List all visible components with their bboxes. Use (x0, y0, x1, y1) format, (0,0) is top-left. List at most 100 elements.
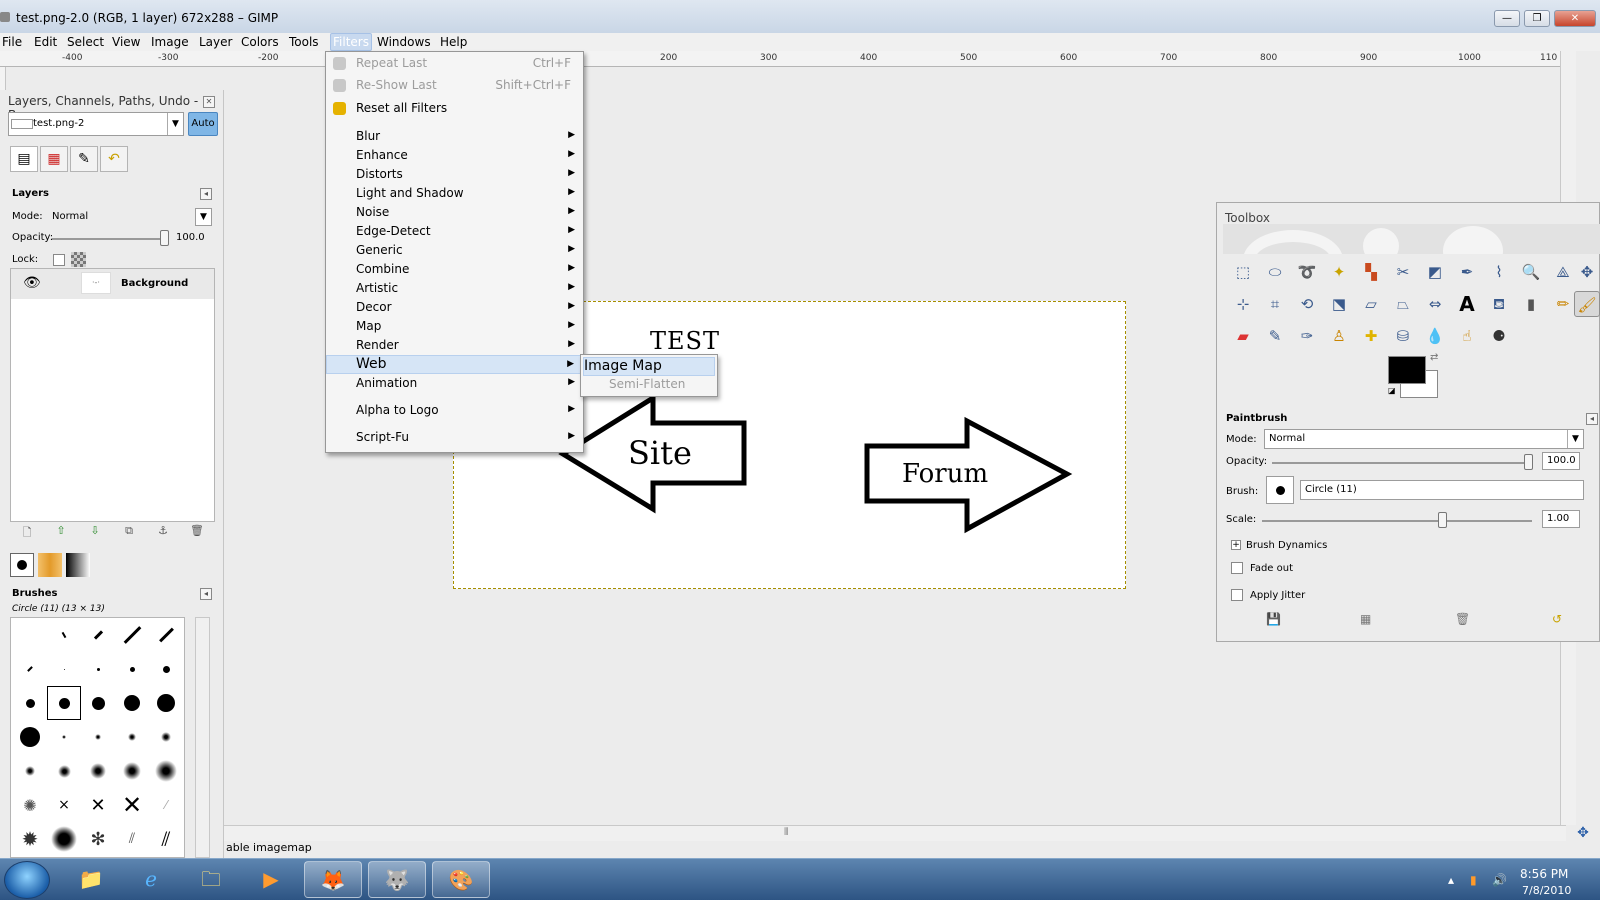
firefox-taskbar-icon[interactable]: 🦊 (304, 861, 362, 898)
menu-item-edge-detect[interactable]: Edge-Detect ▶ (326, 222, 583, 241)
brush-cell[interactable] (47, 618, 81, 652)
clock-date[interactable]: 7/8/2010 (1522, 884, 1571, 897)
opacity-slider[interactable] (1272, 462, 1526, 464)
raise-layer-icon[interactable]: ⇧ (52, 524, 70, 540)
brushes-menu-icon[interactable]: ◂ (200, 588, 212, 600)
brush-cell[interactable] (81, 720, 115, 754)
scissors-tool-icon[interactable]: ✂ (1390, 259, 1416, 285)
brush-cell[interactable] (13, 618, 47, 652)
chevron-down-icon[interactable]: ▼ (1567, 430, 1583, 448)
menu-item-decor[interactable]: Decor ▶ (326, 298, 583, 317)
brush-cell[interactable]: ✕ (81, 788, 115, 822)
blend-tool-icon[interactable]: ▮ (1518, 291, 1544, 317)
brush-cell-selected[interactable] (47, 686, 81, 720)
delete-options-icon[interactable]: 🗑 (1455, 612, 1470, 626)
gimp-taskbar-icon[interactable]: 🐺 (368, 861, 426, 898)
brush-cell[interactable] (149, 652, 183, 686)
delete-layer-icon[interactable]: 🗑 (188, 524, 206, 540)
move-tool-icon[interactable]: ✥ (1574, 259, 1600, 285)
auto-button[interactable]: Auto (188, 112, 218, 136)
brush-cell[interactable] (149, 686, 183, 720)
smudge-tool-icon[interactable]: ☝ (1454, 323, 1480, 349)
brush-cell[interactable] (115, 652, 149, 686)
select-by-color-tool-icon[interactable]: ▚ (1358, 259, 1384, 285)
brush-cell[interactable] (81, 652, 115, 686)
menu-file[interactable]: File (0, 34, 24, 50)
brush-cell[interactable]: ⫽ (149, 822, 183, 856)
gradients-tab-icon[interactable] (66, 553, 90, 577)
undo-tab-icon[interactable]: ↶ (100, 146, 128, 172)
brush-cell[interactable] (81, 618, 115, 652)
brush-cell[interactable] (149, 720, 183, 754)
brush-cell[interactable] (149, 618, 183, 652)
brush-cell[interactable] (13, 720, 47, 754)
opacity-slider-handle[interactable] (1524, 454, 1533, 470)
brushes-grid[interactable]: ✺ × ✕ ✕ ⁄ ✹ ✻ ⫽ ⫽ (10, 617, 185, 858)
panel-menu-icon[interactable]: ◂ (200, 188, 212, 200)
menu-filters[interactable]: Filters (330, 33, 372, 51)
opacity-slider[interactable] (52, 238, 165, 240)
pencil-tool-icon[interactable]: ✏ (1550, 291, 1576, 317)
paths-tab-icon[interactable]: ✎ (70, 146, 98, 172)
brush-cell[interactable] (81, 754, 115, 788)
opacity-value[interactable]: 100.0 (176, 232, 205, 243)
menu-colors[interactable]: Colors (239, 34, 281, 50)
brush-cell[interactable] (115, 754, 149, 788)
brush-cell[interactable] (13, 652, 47, 686)
crop-tool-icon[interactable]: ⌗ (1262, 291, 1288, 317)
image-selector[interactable]: test.png-2 ▼ (8, 112, 184, 136)
apply-jitter-checkbox[interactable] (1231, 589, 1243, 601)
brush-cell[interactable]: ✺ (13, 788, 47, 822)
brushes-tab-icon[interactable] (10, 553, 34, 577)
fade-out-checkbox[interactable] (1231, 562, 1243, 574)
brushes-scrollbar[interactable] (195, 617, 210, 858)
menu-select[interactable]: Select (65, 34, 106, 50)
duplicate-layer-icon[interactable]: ⧉ (120, 524, 138, 540)
menu-image[interactable]: Image (149, 34, 191, 50)
menu-item-distorts[interactable]: Distorts ▶ (326, 165, 583, 184)
flag-tray-icon[interactable]: ▮ (1470, 873, 1477, 887)
menu-item-script-fu[interactable]: Script-Fu ▶ (326, 428, 583, 447)
brush-cell[interactable] (47, 652, 81, 686)
menu-tools[interactable]: Tools (287, 34, 321, 50)
brush-cell[interactable] (47, 754, 81, 788)
horizontal-scrollbar[interactable]: ⦀ (224, 825, 1566, 841)
clone-tool-icon[interactable]: ♙ (1326, 323, 1352, 349)
brush-name-field[interactable]: Circle (11) (1300, 480, 1584, 500)
tool-options-menu-icon[interactable]: ◂ (1586, 413, 1598, 425)
menu-item-map[interactable]: Map ▶ (326, 317, 583, 336)
brush-cell[interactable]: × (47, 788, 81, 822)
brush-cell[interactable] (115, 686, 149, 720)
reset-options-icon[interactable]: ↺ (1552, 612, 1562, 626)
brush-cell[interactable] (47, 822, 81, 856)
brush-cell[interactable]: ✻ (81, 822, 115, 856)
brush-cell[interactable] (115, 720, 149, 754)
anchor-layer-icon[interactable]: ⚓ (154, 524, 172, 540)
explorer-taskbar-icon[interactable]: 📁 (62, 861, 120, 898)
brush-cell[interactable]: ✹ (13, 822, 47, 856)
brush-cell[interactable] (81, 686, 115, 720)
text-tool-icon[interactable]: A (1454, 291, 1480, 317)
default-colors-icon[interactable]: ◪ (1388, 386, 1396, 395)
perspective-clone-tool-icon[interactable]: ⛁ (1390, 323, 1416, 349)
wilber-drop-area[interactable] (1223, 224, 1600, 254)
expand-icon[interactable]: + (1231, 540, 1241, 550)
paint-taskbar-icon[interactable]: 🎨 (432, 861, 490, 898)
scale-spinbox[interactable]: 1.00 (1542, 510, 1580, 528)
fuzzy-select-tool-icon[interactable]: ✦ (1326, 259, 1352, 285)
eraser-tool-icon[interactable]: ▰ (1230, 323, 1256, 349)
menu-item-web[interactable]: Web ▶ (326, 355, 583, 374)
menu-item-animation[interactable]: Animation ▶ (326, 374, 583, 393)
scale-tool-icon[interactable]: ⬔ (1326, 291, 1352, 317)
menu-item-enhance[interactable]: Enhance ▶ (326, 146, 583, 165)
scale-slider[interactable] (1262, 520, 1532, 522)
menu-edit[interactable]: Edit (32, 34, 59, 50)
rect-select-tool-icon[interactable]: ⬚ (1230, 259, 1256, 285)
visibility-eye-icon[interactable]: 👁 (23, 275, 41, 291)
scale-slider-handle[interactable] (1438, 512, 1447, 528)
paths-tool-icon[interactable]: ✒ (1454, 259, 1480, 285)
airbrush-tool-icon[interactable]: ✎ (1262, 323, 1288, 349)
media-player-taskbar-icon[interactable]: ▶ (242, 861, 300, 898)
paint-mode-dropdown[interactable]: Normal ▼ (1264, 429, 1584, 449)
show-hidden-icons-icon[interactable]: ▴ (1448, 873, 1454, 887)
